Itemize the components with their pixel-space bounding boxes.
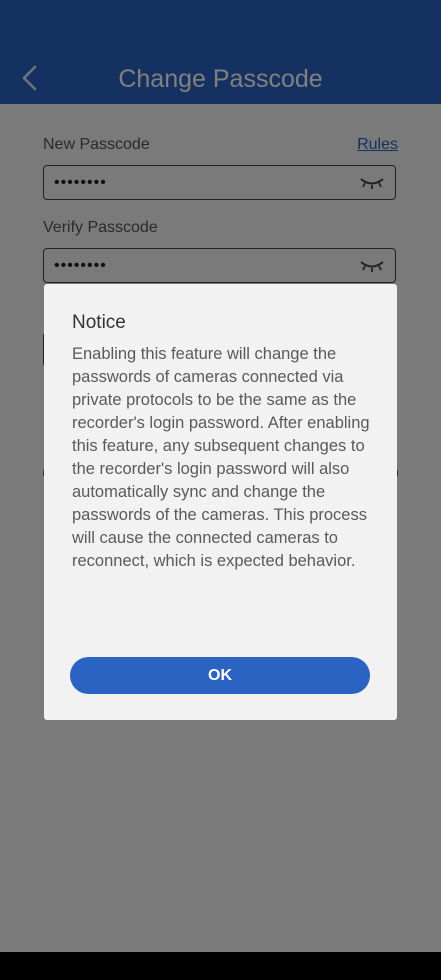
notice-dialog: Notice Enabling this feature will change… (44, 284, 397, 720)
system-nav-bar (0, 952, 441, 980)
dialog-title: Notice (72, 312, 126, 333)
dialog-message: Enabling this feature will change the pa… (72, 345, 370, 570)
ok-button[interactable]: OK (70, 657, 370, 694)
